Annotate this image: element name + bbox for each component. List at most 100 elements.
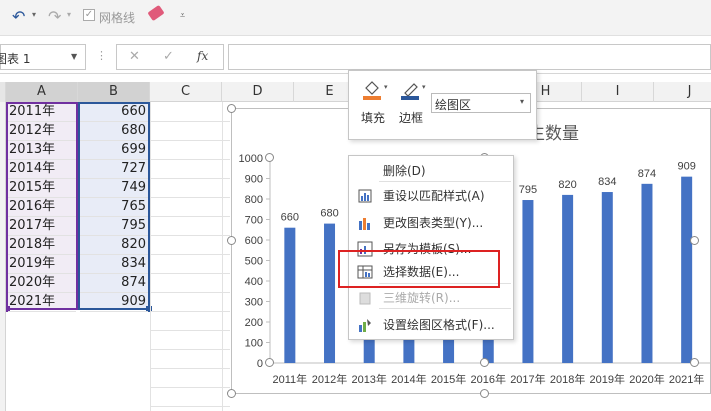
cell-value[interactable]: 874 [80,273,148,293]
border-dropdown-icon[interactable]: ▾ [422,83,426,91]
bar[interactable] [601,192,613,363]
gridline [150,197,230,198]
category-label: 2016年 [471,372,506,386]
context-menu-item[interactable]: 重设以匹配样式(A) [349,184,513,208]
formula-input[interactable] [228,44,711,70]
context-menu-item-label: 设置绘图区格式(F)... [383,318,495,332]
chevron-down-icon[interactable]: ▾ [520,97,524,106]
fill-dropdown-icon[interactable]: ▾ [384,83,388,91]
cell-value[interactable]: 727 [80,159,148,179]
redo-dropdown-icon[interactable]: ▾ [67,10,71,19]
cancel-icon[interactable]: ✕ [129,49,140,64]
gridline [222,102,223,411]
context-menu-item-label: 删除(D) [383,164,426,178]
column-header-j[interactable]: J [654,82,711,102]
cell-year[interactable]: 2015年 [8,178,76,198]
chart-resize-handle[interactable] [480,389,489,398]
y-tick-label: 200 [245,317,263,329]
cell-value[interactable]: 699 [80,140,148,160]
plot-resize-handle[interactable] [265,358,274,367]
gridline [150,349,230,350]
gridline [150,292,230,293]
undo-dropdown-icon[interactable]: ▾ [32,10,36,19]
category-label: 2014年 [391,372,426,386]
bar[interactable] [522,200,534,363]
border-label[interactable]: 边框 [399,109,423,126]
category-label: 2012年 [312,372,347,386]
eraser-icon[interactable] [147,4,165,22]
cell-value[interactable]: 795 [80,216,148,236]
formula-buttons: ✕ ✓ fx [116,44,224,70]
cell-value[interactable]: 834 [80,254,148,274]
cell-year[interactable]: 2021年 [8,292,76,312]
cell-year[interactable]: 2014年 [8,159,76,179]
format-plot-icon [357,317,373,333]
chart-resize-handle[interactable] [227,389,236,398]
context-menu-item[interactable]: 删除(D) [349,159,513,183]
delete-icon [357,163,373,179]
fill-bucket-icon[interactable] [361,79,383,101]
bar[interactable] [324,223,336,363]
border-pen-icon[interactable] [399,79,421,101]
menu-separator [379,181,511,182]
plot-resize-handle[interactable] [265,153,274,162]
reset-style-icon [357,188,373,204]
column-header-c[interactable]: C [150,82,222,102]
plot-resize-handle[interactable] [690,236,699,245]
y-tick-label: 0 [257,358,263,370]
gridlines-label: 网格线 [99,11,136,25]
confirm-icon[interactable]: ✓ [163,49,174,64]
cell-value[interactable]: 909 [80,292,148,312]
y-tick-label: 500 [245,256,263,268]
bar[interactable] [562,194,574,363]
cell-value[interactable]: 680 [80,121,148,141]
name-box[interactable]: 图表 1 ▼ [0,44,86,70]
cell-value[interactable]: 820 [80,235,148,255]
context-menu-item[interactable]: 设置绘图区格式(F)... [349,313,513,337]
cell-year[interactable]: 2012年 [8,121,76,141]
column-header-d[interactable]: D [222,82,294,102]
fill-label[interactable]: 填充 [361,109,385,126]
redo-icon[interactable]: ↷ [48,7,61,26]
bar[interactable] [641,183,653,363]
cell-year[interactable]: 2018年 [8,235,76,255]
chart-resize-handle[interactable] [227,236,236,245]
y-tick-label: 100 [245,338,263,350]
plot-resize-handle[interactable] [690,358,699,367]
column-header-i[interactable]: I [582,82,654,102]
gridline [150,121,230,122]
cell-year[interactable]: 2017年 [8,216,76,236]
gridline [150,273,230,274]
gridlines-checkbox[interactable]: ✓ [83,9,95,21]
cell-year[interactable]: 2016年 [8,197,76,217]
customize-toolbar-icon[interactable]: ⩡ [180,11,185,21]
chart-element-select[interactable]: 绘图区 ▾ [431,93,531,113]
cell-year[interactable]: 2020年 [8,273,76,293]
data-label: 660 [281,212,299,224]
gridline [150,330,230,331]
column-header-b[interactable]: B [78,82,150,102]
gridline [150,159,230,160]
context-menu: 删除(D) 重设以匹配样式(A) 更改图表类型(Y)... 另存为模板(S)... 选择… [348,155,514,340]
data-label: 795 [519,184,537,196]
data-label: 820 [558,179,576,191]
cell-value[interactable]: 765 [80,197,148,217]
plot-resize-handle[interactable] [480,358,489,367]
cell-year[interactable]: 2019年 [8,254,76,274]
name-box-dropdown-icon[interactable]: ▼ [71,52,77,61]
cell-year[interactable]: 2013年 [8,140,76,160]
chart-resize-handle[interactable] [227,104,236,113]
y-tick-label: 400 [245,276,263,288]
context-menu-item-label: 重设以匹配样式(A) [383,189,485,203]
insert-function-icon[interactable]: fx [197,49,208,63]
gridline [150,254,230,255]
context-menu-item[interactable]: 更改图表类型(Y)... [349,211,513,235]
cell-year[interactable]: 2011年 [8,102,76,122]
undo-icon[interactable]: ↶ [12,7,25,26]
bar[interactable] [284,227,296,363]
cell-value[interactable]: 660 [80,102,148,122]
category-label: 2018年 [550,372,585,386]
cell-value[interactable]: 749 [80,178,148,198]
bar[interactable] [681,176,693,363]
column-header-a[interactable]: A [6,82,78,102]
